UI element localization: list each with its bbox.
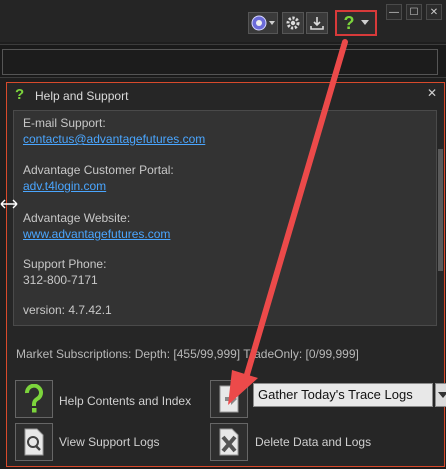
window-title: Help and Support — [35, 89, 129, 103]
strip-panel — [2, 49, 438, 75]
trace-logs-select[interactable]: Gather Today's Trace Logs — [253, 383, 433, 407]
portal-label: Advantage Customer Portal: — [23, 163, 174, 177]
delete-document-icon — [219, 428, 239, 456]
help-contents-label: Help Contents and Index — [59, 394, 192, 408]
maximize-button[interactable]: ☐ — [406, 4, 422, 20]
download-icon — [310, 17, 324, 30]
resize-cursor-icon — [0, 199, 18, 209]
settings-button[interactable] — [282, 12, 304, 34]
gear-icon — [286, 16, 300, 30]
view-support-logs-label: View Support Logs — [59, 435, 160, 449]
info-scrollbar[interactable] — [438, 149, 443, 271]
gather-trace-logs-button[interactable] — [210, 380, 248, 418]
magnify-document-icon — [24, 428, 44, 456]
window-close-icon[interactable]: ✕ — [427, 86, 437, 100]
market-subscriptions: Market Subscriptions: Depth: [455/99,999… — [16, 347, 359, 361]
delete-data-logs-button[interactable] — [210, 423, 248, 461]
connection-menu-button[interactable] — [248, 12, 278, 34]
help-question-icon — [25, 384, 43, 413]
support-info-panel: E-mail Support: contactus@advantagefutur… — [13, 110, 443, 326]
version-text: version: 4.7.42.1 — [23, 303, 112, 317]
chevron-down-icon — [360, 20, 369, 25]
help-icon: ? — [15, 86, 25, 103]
connection-icon — [251, 15, 275, 31]
minimize-button[interactable]: — — [386, 4, 402, 20]
close-button[interactable]: ✕ — [426, 4, 442, 20]
help-menu-button[interactable]: ? — [335, 10, 377, 36]
website-link[interactable]: www.advantagefutures.com — [23, 227, 170, 241]
top-toolbar: — ☐ ✕ ? — [0, 0, 446, 42]
phone-value: 312-800-7171 — [23, 273, 98, 287]
chevron-down-icon — [438, 392, 446, 398]
email-link[interactable]: contactus@advantagefutures.com — [23, 132, 205, 146]
document-arrow-icon — [219, 385, 239, 413]
window-title-bar[interactable]: ? Help and Support ✕ — [7, 83, 444, 107]
help-question-icon: ? — [343, 12, 355, 33]
phone-label: Support Phone: — [23, 257, 107, 271]
website-label: Advantage Website: — [23, 211, 131, 225]
help-support-window: ? Help and Support ✕ E-mail Support: con… — [6, 82, 446, 467]
download-button[interactable] — [306, 12, 328, 34]
email-label: E-mail Support: — [23, 116, 106, 130]
delete-data-logs-label: Delete Data and Logs — [255, 435, 372, 449]
view-support-logs-button[interactable] — [15, 423, 53, 461]
help-contents-button[interactable] — [15, 380, 53, 418]
toolbar-strip — [0, 44, 446, 78]
trace-select-dropdown[interactable] — [435, 383, 446, 407]
portal-link[interactable]: adv.t4login.com — [23, 179, 106, 193]
